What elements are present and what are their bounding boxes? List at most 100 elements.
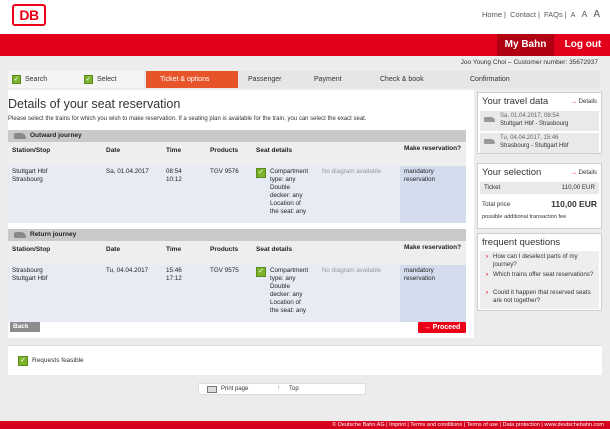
booking-steps: ✓ Search ✓ Select Ticket & options Passeng…	[8, 71, 600, 88]
return-product: TGV 9575	[210, 267, 239, 274]
return-time-dep: 15:46	[166, 267, 182, 274]
proceed-button[interactable]: → Proceed	[418, 322, 466, 333]
trip-return: Tu, 04.04.2017, 15:46 Strasbourg - Stutt…	[480, 133, 599, 153]
arrow-right-icon: →	[570, 170, 579, 176]
trip-date: Tu, 04.04.2017, 15:46	[500, 135, 559, 141]
travel-data-title: Your travel data	[482, 96, 549, 107]
outward-station-from: Stuttgart Hbf	[12, 168, 48, 175]
step-payment: Payment	[314, 76, 342, 83]
trip-route: Strasbourg - Stuttgart Hbf	[500, 143, 569, 149]
faq-item[interactable]: › Which trains offer seat reservations?	[486, 271, 596, 279]
col-station: Station/Stop	[12, 147, 51, 154]
return-seat-6: the seat: any	[270, 307, 307, 314]
outward-seat-3: Double	[270, 184, 290, 191]
return-reservation-2: reservation	[404, 275, 436, 282]
total-price: 110,00 EUR	[551, 199, 597, 209]
step-select[interactable]: ✓ Select	[78, 71, 144, 88]
outward-time-dep: 08:54	[166, 168, 182, 175]
col-time: Time	[166, 147, 182, 154]
seat-check-icon[interactable]: ✓	[256, 267, 270, 277]
intro-text: Please select the trains for which you w…	[8, 116, 367, 122]
col-time: Time	[166, 246, 182, 253]
outward-seat-4: decker: any	[270, 192, 303, 199]
fee-note: possible additional transaction fee	[482, 214, 567, 220]
col-seat-details: Seat details	[256, 147, 293, 154]
return-seat-1: Compartment	[270, 267, 309, 274]
db-logo[interactable]: DB	[12, 4, 46, 26]
col-make-reservation: Make reservation?	[404, 145, 462, 152]
arrow-right-icon: →	[423, 324, 433, 331]
trip-date: Sa, 01.04.2017, 08:54	[500, 113, 560, 119]
arrow-right-icon: ›	[486, 253, 489, 260]
font-size-medium[interactable]: A	[582, 9, 588, 19]
font-size-small[interactable]: A	[571, 12, 576, 19]
outward-seat-1: Compartment	[270, 168, 309, 175]
col-make-reservation: Make reservation?	[404, 244, 462, 251]
outward-product: TGV 9576	[210, 168, 239, 175]
step-ticket-options: Ticket & options	[146, 71, 238, 88]
check-icon: ✓	[12, 74, 21, 84]
top-link[interactable]: Top	[289, 386, 299, 392]
footer-bar[interactable]: © Deutsche Bahn AG | Imprint | Terms and…	[0, 421, 610, 429]
col-products: Products	[210, 246, 239, 253]
page-title: Details of your seat reservation	[8, 97, 181, 111]
return-time-arr: 17:12	[166, 275, 182, 282]
ticket-price: 110,00 EUR	[561, 184, 595, 191]
feasibility-panel	[8, 345, 602, 375]
arrow-right-icon: ›	[486, 289, 489, 296]
faqs-link[interactable]: FAQs	[544, 10, 563, 19]
step-check-book: Check & book	[380, 76, 424, 83]
feasibility-text: Requests feasible	[32, 357, 84, 364]
selection-panel: Your selection → Details Ticket 110,00 E…	[477, 163, 602, 229]
selection-details-link[interactable]: → Details	[571, 170, 597, 176]
return-seat-4: decker: any	[270, 291, 303, 298]
return-date: Tu, 04.04.2017	[106, 267, 149, 274]
my-bahn-button[interactable]: My Bahn	[497, 34, 554, 56]
seat-check-icon[interactable]: ✓	[256, 168, 270, 178]
faq-item[interactable]: › How can I deselect parts of my journey…	[486, 253, 596, 268]
return-seat-3: Double	[270, 283, 290, 290]
ticket-label: Ticket	[484, 184, 501, 191]
train-icon	[484, 139, 495, 144]
customer-info: Joo Young Choi – Customer number: 356729…	[460, 59, 598, 66]
train-icon	[14, 232, 26, 238]
outward-date: Sa, 01.04.2017	[106, 168, 149, 175]
outward-seat-5: Location of	[270, 200, 301, 207]
outward-time-arr: 10:12	[166, 176, 182, 183]
return-row: Strasbourg Stuttgart Hbf Tu, 04.04.2017 …	[8, 265, 466, 322]
col-seat-details: Seat details	[256, 246, 293, 253]
return-reservation-1: mandatory	[404, 267, 434, 274]
travel-data-panel: Your travel data → Details Sa, 01.04.201…	[477, 92, 602, 154]
return-seat-5: Location of	[270, 299, 301, 306]
return-station-from: Strasbourg	[12, 267, 43, 274]
print-page-link[interactable]: Print page	[221, 386, 248, 392]
trip-outward: Sa, 01.04.2017, 08:54 Stuttgart Hbf - St…	[480, 111, 599, 131]
check-icon: ✓	[18, 356, 32, 366]
travel-details-link[interactable]: → Details	[571, 99, 597, 105]
home-link[interactable]: Home	[482, 10, 502, 19]
logout-button[interactable]: Log out	[556, 34, 610, 56]
train-icon	[484, 117, 495, 122]
outward-reservation-1: mandatory	[404, 168, 434, 175]
return-journey-header: Return journey	[8, 229, 466, 241]
outward-seat-6: the seat: any	[270, 208, 307, 215]
back-button[interactable]: Back	[10, 322, 40, 332]
outward-column-headers: Station/Stop Date Time Products Seat det…	[8, 142, 466, 166]
faq-item[interactable]: › Could it happen that reserved seats ar…	[486, 289, 596, 304]
check-icon: ✓	[84, 74, 93, 84]
outward-station-to: Strasbourg	[12, 176, 43, 183]
faq-list: › How can I deselect parts of my journey…	[480, 251, 599, 309]
outward-reservation-2: reservation	[404, 176, 436, 183]
selection-title: Your selection	[482, 167, 542, 178]
print-bar: Print page ↑ Top	[198, 383, 366, 395]
faq-panel: frequent questions › How can I deselect …	[477, 233, 602, 311]
outward-journey-header: Outward journey	[8, 130, 466, 142]
train-icon	[14, 133, 26, 139]
step-search[interactable]: ✓ Search	[8, 71, 78, 88]
font-size-large[interactable]: A	[593, 9, 600, 20]
return-station-to: Stuttgart Hbf	[12, 275, 48, 282]
arrow-right-icon: ›	[486, 271, 489, 278]
contact-link[interactable]: Contact	[510, 10, 536, 19]
step-passenger: Passenger	[248, 76, 282, 83]
faq-title: frequent questions	[482, 237, 561, 248]
